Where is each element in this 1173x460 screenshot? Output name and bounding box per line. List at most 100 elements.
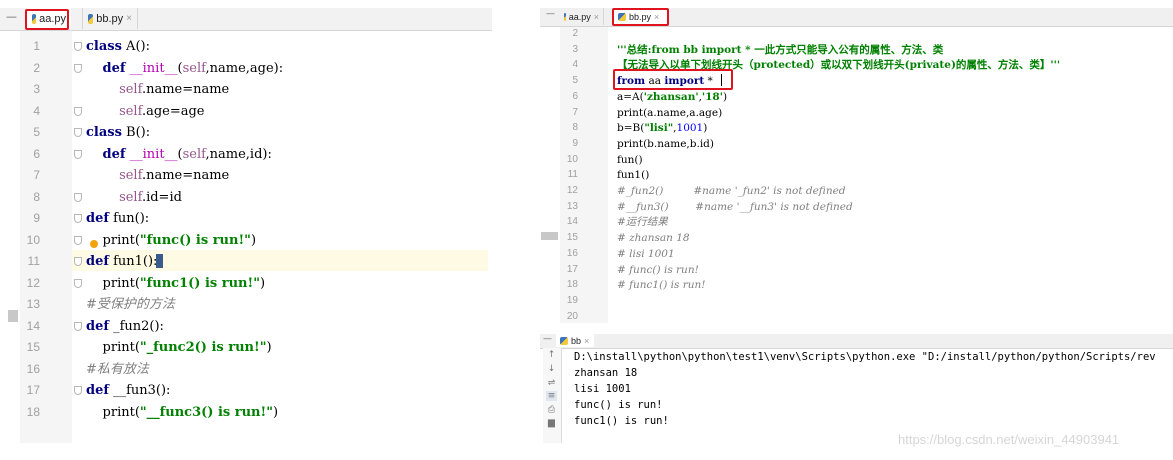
code-token: print( bbox=[86, 340, 140, 355]
line-number: 6 bbox=[33, 146, 40, 161]
minimize-icon[interactable]: — bbox=[6, 10, 17, 23]
code-token: fun1() bbox=[617, 169, 650, 182]
code-line[interactable]: a=A('zhansan','18') bbox=[617, 89, 727, 105]
code-token: #运行结果 bbox=[617, 216, 668, 229]
line-number: 2 bbox=[572, 28, 578, 39]
code-token: #私有放法 bbox=[86, 361, 149, 377]
minimize-icon[interactable]: — bbox=[543, 334, 552, 344]
code-token: ) bbox=[266, 340, 272, 355]
run-tab-bb[interactable]: bb × bbox=[556, 334, 594, 347]
code-line[interactable]: def fun(): bbox=[86, 208, 149, 230]
code-line[interactable]: self.name=name bbox=[86, 165, 229, 187]
code-token: print( bbox=[86, 404, 140, 420]
code-line[interactable]: self.id=id bbox=[86, 187, 182, 209]
minimize-icon[interactable]: — bbox=[546, 9, 555, 19]
code-line[interactable]: def __fun3(): bbox=[86, 380, 170, 402]
left-editor-window: — aa.py bb.py × 1 class A(): 2 def __init_… bbox=[0, 0, 492, 445]
code-token: self bbox=[119, 82, 142, 97]
code-line[interactable]: print("func() is run!") bbox=[86, 230, 257, 252]
code-line[interactable]: #__fun3() #name '__fun3' is not defined bbox=[617, 199, 853, 215]
fold-marker-icon[interactable] bbox=[74, 128, 82, 137]
fold-marker-icon[interactable] bbox=[74, 257, 82, 266]
code-token: # lisi 1001 bbox=[617, 247, 675, 260]
code-token: ,name,age): bbox=[205, 60, 284, 76]
fold-marker-icon[interactable] bbox=[74, 321, 82, 331]
code-token: def bbox=[86, 318, 109, 334]
code-line[interactable]: #运行结果 bbox=[617, 214, 668, 230]
fold-marker-icon[interactable] bbox=[74, 106, 82, 116]
code-token: __init__ bbox=[129, 146, 178, 162]
code-line[interactable]: #受保护的方法 bbox=[86, 294, 175, 316]
code-line[interactable]: print(b.name,b.id) bbox=[617, 136, 714, 152]
line-number: 15 bbox=[566, 232, 578, 244]
code-token: 1001 bbox=[676, 122, 704, 135]
fold-marker-icon[interactable] bbox=[74, 278, 82, 288]
code-token: #__fun3() #name '__fun3' is not defined bbox=[617, 200, 853, 213]
soft-wrap-icon[interactable]: ⇌ bbox=[546, 378, 557, 388]
code-token: #_fun2() #name '_fun2' is not defined bbox=[617, 185, 846, 197]
code-token: self bbox=[119, 189, 142, 205]
close-icon[interactable]: × bbox=[594, 12, 599, 22]
tab-label: bb.py bbox=[96, 12, 124, 25]
code-line[interactable]: #_fun2() #name '_fun2' is not defined bbox=[617, 183, 846, 199]
code-line[interactable]: # lisi 1001 bbox=[617, 246, 675, 262]
tab-aa-py[interactable]: aa.py × bbox=[560, 8, 604, 25]
code-line[interactable]: class B(): bbox=[86, 122, 150, 144]
scroll-down-icon[interactable]: ↓ bbox=[546, 364, 557, 374]
code-line[interactable]: def fun1(): bbox=[86, 251, 157, 273]
line-number: 3 bbox=[33, 82, 40, 96]
scroll-to-end-icon[interactable]: ≡ bbox=[546, 391, 557, 401]
trash-icon[interactable]: ▆ bbox=[546, 418, 557, 428]
code-line[interactable]: # func() is run! bbox=[617, 262, 699, 278]
tab-bb-py[interactable]: bb.py × bbox=[82, 8, 138, 29]
fold-marker-icon[interactable] bbox=[74, 42, 82, 51]
scroll-up-icon[interactable]: ↑ bbox=[546, 350, 557, 360]
code-token: ) bbox=[722, 90, 728, 103]
code-token: self bbox=[119, 103, 142, 119]
left-tab-bar: — aa.py bb.py × bbox=[0, 8, 492, 31]
code-line[interactable]: '''总结:from bb import * 一此方式只能导入公有的属性、方法、… bbox=[617, 42, 943, 58]
close-icon[interactable]: × bbox=[584, 336, 589, 346]
code-line[interactable]: class A(): bbox=[86, 36, 150, 58]
code-token: .name=name bbox=[141, 82, 230, 97]
line-number: 11 bbox=[567, 169, 578, 181]
line-number: 13 bbox=[26, 297, 40, 311]
code-line[interactable]: fun() bbox=[617, 152, 643, 168]
print-icon[interactable]: ⎙ bbox=[546, 405, 557, 415]
code-line[interactable]: b=B("lisi",1001) bbox=[617, 120, 707, 136]
code-token: print( bbox=[86, 275, 140, 291]
code-line[interactable]: self.age=age bbox=[86, 101, 205, 123]
line-number: 17 bbox=[566, 263, 578, 275]
code-line[interactable]: self.name=name bbox=[86, 79, 229, 101]
code-line[interactable]: #私有放法 bbox=[86, 359, 149, 381]
code-line[interactable]: print("_func2() is run!") bbox=[86, 337, 272, 359]
line-number: 15 bbox=[26, 340, 40, 354]
code-line[interactable]: # func1() is run! bbox=[617, 277, 706, 293]
code-line[interactable]: def __init__(self,name,age): bbox=[86, 58, 284, 80]
lightbulb-icon[interactable] bbox=[90, 240, 98, 248]
fold-marker-icon[interactable] bbox=[74, 235, 82, 245]
code-line[interactable]: # zhansan 18 bbox=[617, 230, 690, 246]
code-token: .age=age bbox=[141, 103, 205, 119]
code-line[interactable]: def _fun2(): bbox=[86, 316, 164, 338]
close-icon[interactable]: × bbox=[126, 13, 132, 24]
code-line[interactable]: print("func1() is run!") bbox=[86, 273, 266, 295]
fold-marker-icon[interactable] bbox=[74, 192, 82, 202]
fold-marker-icon[interactable] bbox=[74, 214, 82, 223]
code-line[interactable]: print(a.name,a.age) bbox=[617, 105, 722, 121]
code-token: print(b.name,b.id) bbox=[617, 137, 715, 150]
code-line[interactable]: def __init__(self,name,id): bbox=[86, 144, 272, 166]
line-number: 10 bbox=[26, 232, 40, 247]
code-token: __fun3(): bbox=[108, 383, 171, 398]
code-token: .name=name bbox=[141, 168, 230, 183]
fold-marker-icon[interactable] bbox=[74, 386, 82, 395]
fold-marker-icon[interactable] bbox=[74, 149, 82, 159]
code-line[interactable]: fun1() bbox=[617, 167, 649, 183]
code-line[interactable]: print("__func3() is run!") bbox=[86, 402, 279, 424]
right-tab-bar: — aa.py × bb.py × bbox=[540, 8, 1173, 27]
fold-marker-icon[interactable] bbox=[74, 63, 82, 73]
